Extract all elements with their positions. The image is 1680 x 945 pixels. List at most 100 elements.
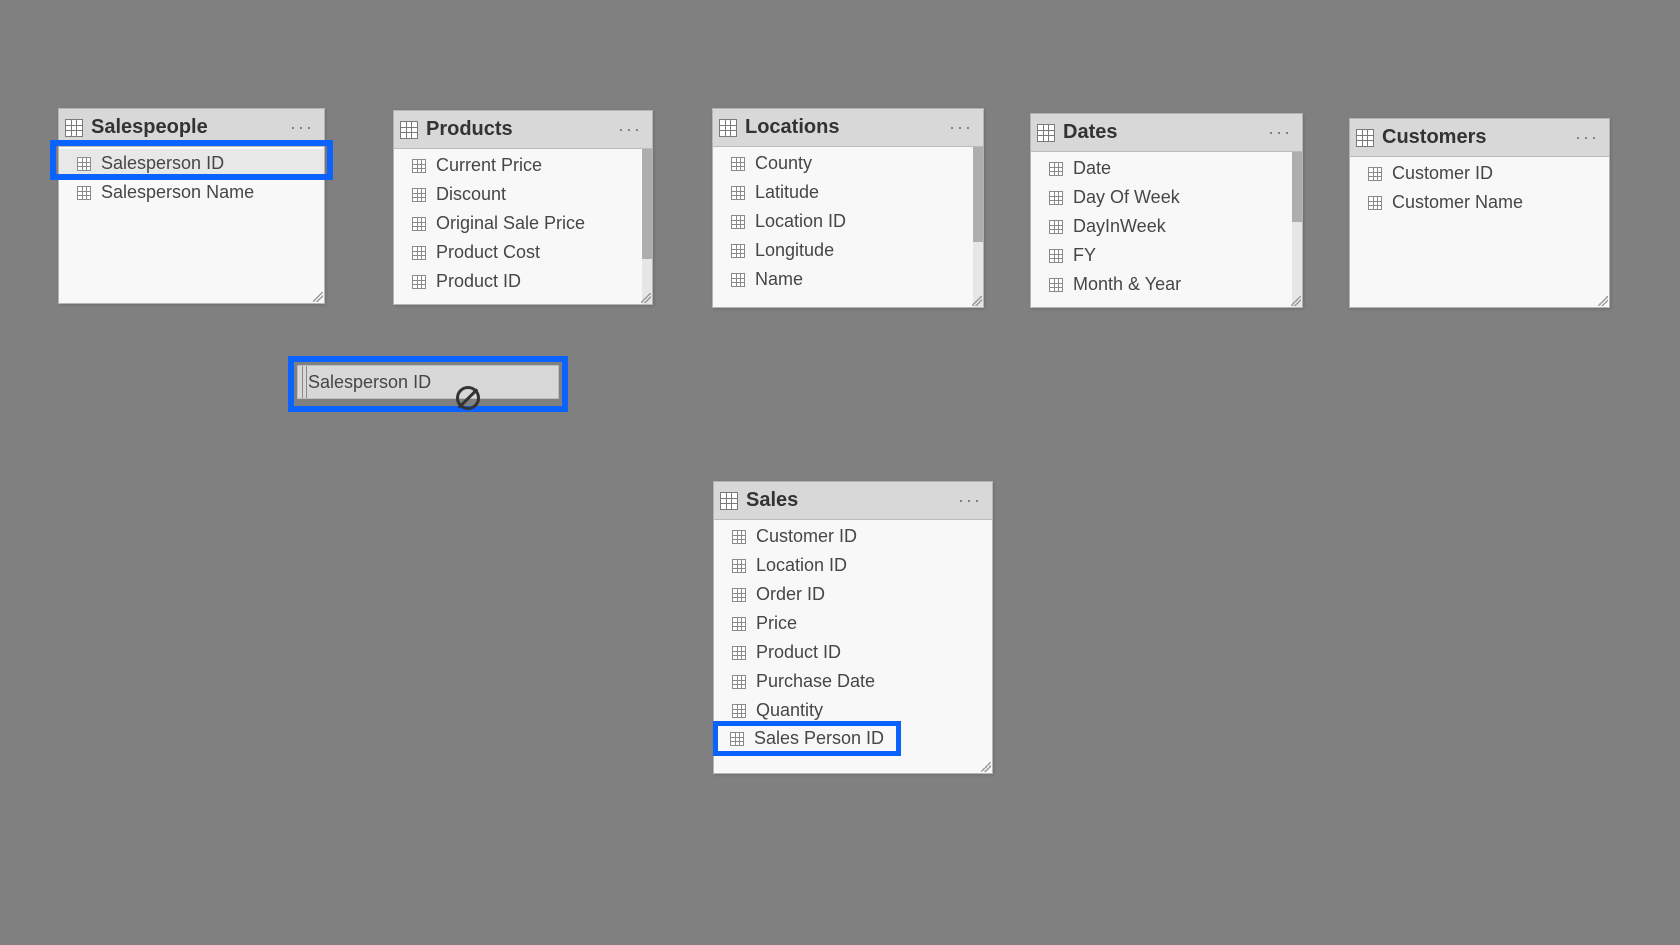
resize-grip[interactable] — [981, 762, 991, 772]
field-label: Product Cost — [436, 242, 540, 263]
column-icon — [77, 186, 91, 200]
table-menu-button[interactable]: ··· — [286, 117, 318, 138]
field-label: Customer ID — [1392, 163, 1493, 184]
fields-scrollbar[interactable] — [642, 149, 652, 304]
field-item[interactable]: Date — [1031, 154, 1302, 183]
table-header[interactable]: Locations ··· — [713, 109, 983, 147]
field-label: Salesperson ID — [101, 153, 224, 174]
field-label: County — [755, 153, 812, 174]
table-locations[interactable]: Locations ··· County Latitude Location I… — [712, 108, 984, 308]
field-sales-person-id[interactable]: Sales Person ID — [720, 728, 890, 749]
table-menu-button[interactable]: ··· — [945, 117, 977, 138]
scroll-thumb[interactable] — [642, 149, 652, 259]
column-icon — [732, 675, 746, 689]
field-label: Day Of Week — [1073, 187, 1180, 208]
field-item[interactable]: Location ID — [714, 551, 992, 580]
field-item[interactable]: Product Cost — [394, 238, 652, 267]
field-label: Price — [756, 613, 797, 634]
fields-list: Date Day Of Week DayInWeek FY Month & Ye… — [1031, 152, 1302, 307]
table-sales[interactable]: Sales ··· Customer ID Location ID Order … — [713, 481, 993, 774]
field-item[interactable]: Name — [713, 265, 983, 294]
field-label: Discount — [436, 184, 506, 205]
resize-grip[interactable] — [1598, 296, 1608, 306]
column-icon — [412, 188, 426, 202]
field-label: Product ID — [436, 271, 521, 292]
column-icon — [412, 275, 426, 289]
field-salesperson-id[interactable]: Salesperson ID — [59, 149, 324, 178]
field-item[interactable]: FY — [1031, 241, 1302, 270]
field-highlight-target: Sales Person ID — [718, 726, 896, 751]
table-menu-button[interactable]: ··· — [1264, 122, 1296, 143]
table-header[interactable]: Salespeople ··· — [59, 109, 324, 147]
table-title: Sales — [746, 489, 954, 512]
table-customers[interactable]: Customers ··· Customer ID Customer Name — [1349, 118, 1610, 308]
field-label: Month & Year — [1073, 274, 1181, 295]
column-icon — [1049, 220, 1063, 234]
field-label: Customer ID — [756, 526, 857, 547]
field-label: Name — [755, 269, 803, 290]
field-item[interactable]: Price — [714, 609, 992, 638]
fields-list: Customer ID Customer Name — [1350, 157, 1609, 307]
field-label: Product ID — [756, 642, 841, 663]
field-item[interactable]: Latitude — [713, 178, 983, 207]
field-item[interactable]: Customer Name — [1350, 188, 1609, 217]
field-label: Current Price — [436, 155, 542, 176]
field-item[interactable]: Quantity — [714, 696, 992, 725]
field-item[interactable]: Month & Year — [1031, 270, 1302, 299]
table-salespeople[interactable]: Salespeople ··· Salesperson ID Salespers… — [58, 108, 325, 304]
field-item[interactable]: Discount — [394, 180, 652, 209]
table-icon — [1356, 129, 1374, 147]
model-canvas[interactable]: Salespeople ··· Salesperson ID Salespers… — [0, 0, 1680, 945]
field-label: Location ID — [756, 555, 847, 576]
field-item[interactable]: Product ID — [714, 638, 992, 667]
resize-grip[interactable] — [1291, 296, 1301, 306]
table-dates[interactable]: Dates ··· Date Day Of Week DayInWeek FY … — [1030, 113, 1303, 308]
table-header[interactable]: Products ··· — [394, 111, 652, 149]
resize-grip[interactable] — [972, 296, 982, 306]
table-icon — [720, 492, 738, 510]
table-header[interactable]: Sales ··· — [714, 482, 992, 520]
table-header[interactable]: Customers ··· — [1350, 119, 1609, 157]
field-item[interactable]: Customer ID — [1350, 159, 1609, 188]
field-item[interactable]: Purchase Date — [714, 667, 992, 696]
drag-ghost[interactable]: Salesperson ID — [297, 365, 559, 399]
fields-list: County Latitude Location ID Longitude Na… — [713, 147, 983, 307]
table-title: Locations — [745, 116, 945, 139]
column-icon — [1049, 249, 1063, 263]
field-label: Longitude — [755, 240, 834, 261]
field-item[interactable]: Day Of Week — [1031, 183, 1302, 212]
column-icon — [732, 617, 746, 631]
field-label: Salesperson Name — [101, 182, 254, 203]
table-icon — [1037, 124, 1055, 142]
fields-scrollbar[interactable] — [1292, 152, 1302, 307]
column-icon — [1049, 191, 1063, 205]
column-icon — [732, 646, 746, 660]
table-menu-button[interactable]: ··· — [614, 119, 646, 140]
table-menu-button[interactable]: ··· — [1571, 127, 1603, 148]
scroll-thumb[interactable] — [1292, 152, 1302, 222]
field-salesperson-name[interactable]: Salesperson Name — [59, 178, 324, 207]
field-item[interactable]: Original Sale Price — [394, 209, 652, 238]
resize-grip[interactable] — [641, 293, 651, 303]
field-item[interactable]: Product ID — [394, 267, 652, 296]
fields-scrollbar[interactable] — [973, 147, 983, 307]
column-icon — [731, 186, 745, 200]
field-item[interactable]: Location ID — [713, 207, 983, 236]
resize-grip[interactable] — [313, 292, 323, 302]
fields-list: Customer ID Location ID Order ID Price P… — [714, 520, 992, 773]
scroll-thumb[interactable] — [973, 147, 983, 242]
field-item[interactable]: County — [713, 149, 983, 178]
drag-ghost-wrapper: Salesperson ID — [288, 356, 568, 412]
field-item[interactable]: Order ID — [714, 580, 992, 609]
table-icon — [719, 119, 737, 137]
field-item[interactable]: Current Price — [394, 151, 652, 180]
column-icon — [1368, 167, 1382, 181]
field-item[interactable]: Longitude — [713, 236, 983, 265]
field-label: Location ID — [755, 211, 846, 232]
table-title: Salespeople — [91, 116, 286, 139]
table-products[interactable]: Products ··· Current Price Discount Orig… — [393, 110, 653, 305]
table-header[interactable]: Dates ··· — [1031, 114, 1302, 152]
table-menu-button[interactable]: ··· — [954, 490, 986, 511]
field-item[interactable]: Customer ID — [714, 522, 992, 551]
field-item[interactable]: DayInWeek — [1031, 212, 1302, 241]
